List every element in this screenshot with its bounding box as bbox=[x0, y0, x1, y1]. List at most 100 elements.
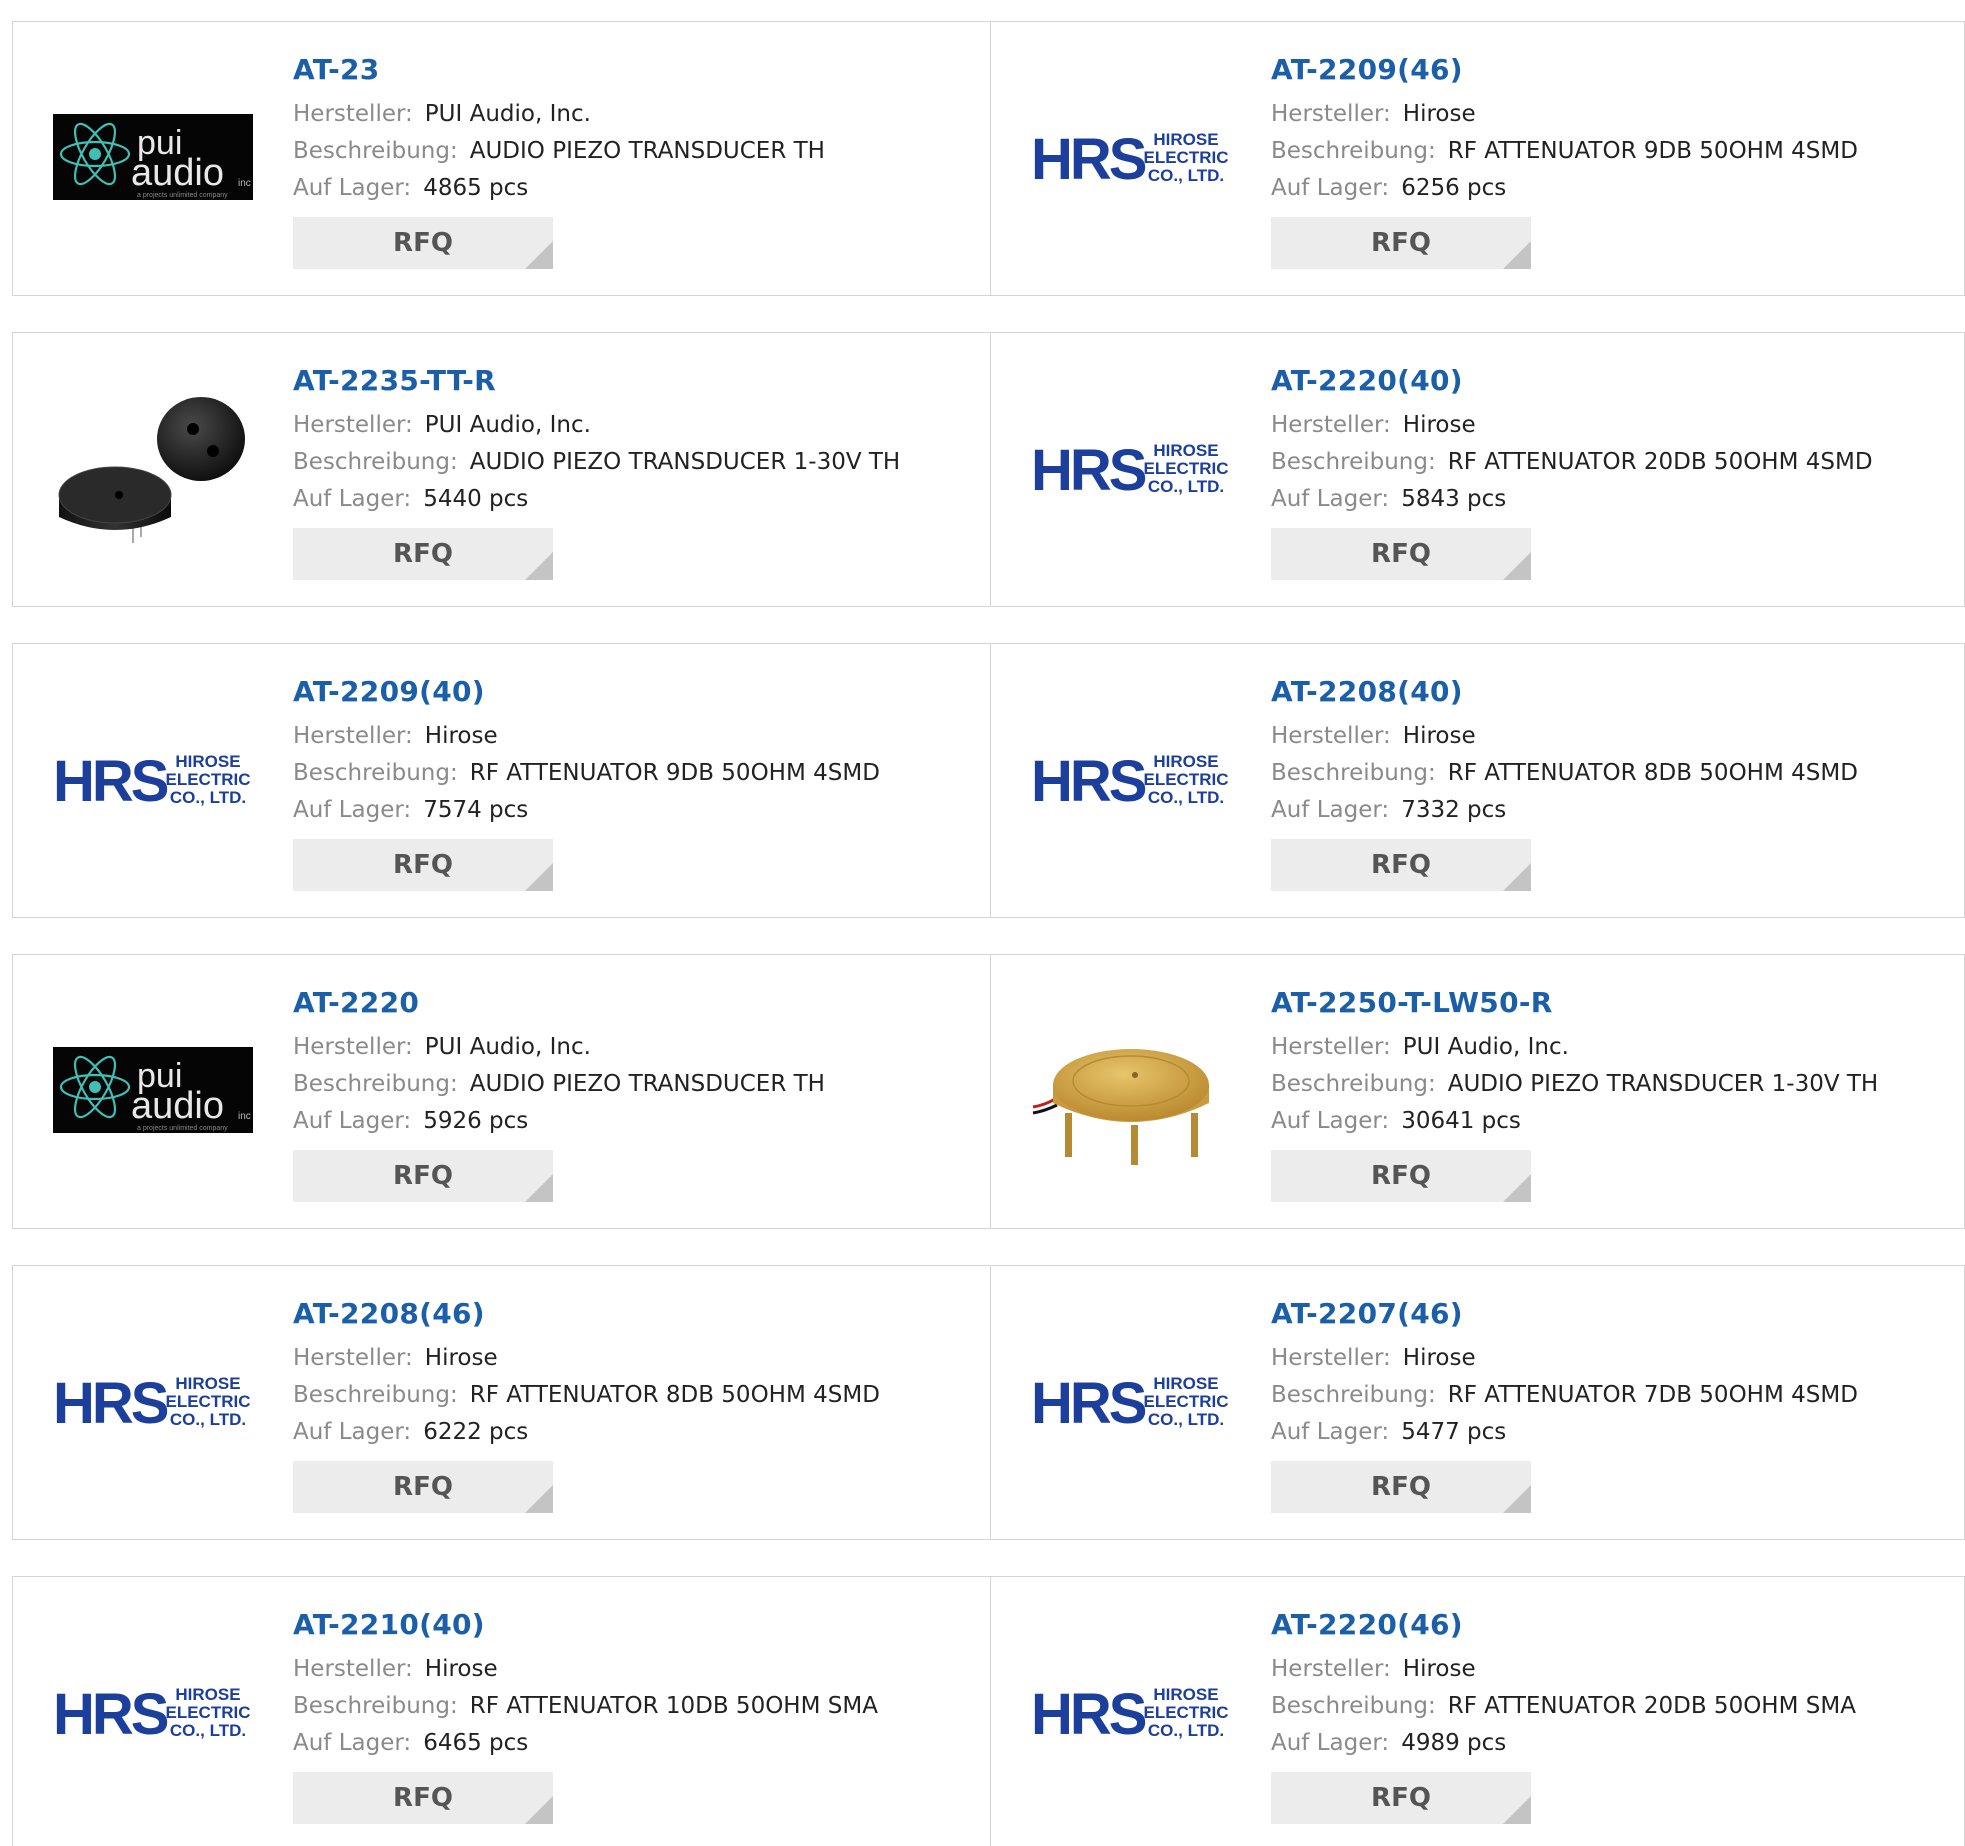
stock-row: Auf Lager: 4865 pcs bbox=[293, 170, 825, 207]
gold-transducer-photo bbox=[1032, 1049, 1209, 1165]
product-thumbnail[interactable]: HRS HIROSE ELECTRIC CO., LTD. bbox=[1031, 1324, 1231, 1478]
rfq-label: RFQ bbox=[393, 1161, 453, 1191]
product-thumbnail[interactable]: HRS HIROSE ELECTRIC CO., LTD. bbox=[1031, 80, 1231, 234]
hirose-logo: HRS HIROSE ELECTRIC CO., LTD. bbox=[1031, 1682, 1229, 1742]
stock-label: Auf Lager: bbox=[1271, 486, 1390, 512]
product-thumbnail[interactable]: HRS HIROSE ELECTRIC CO., LTD. bbox=[1031, 702, 1231, 856]
hirose-logo: HRS HIROSE ELECTRIC CO., LTD. bbox=[1031, 1371, 1229, 1431]
part-number-link[interactable]: AT-2209(46) bbox=[1271, 52, 1858, 88]
stock-label: Auf Lager: bbox=[293, 486, 412, 512]
electric-text: ELECTRIC bbox=[1144, 1392, 1229, 1411]
description-value: AUDIO PIEZO TRANSDUCER TH bbox=[469, 1071, 825, 1097]
rfq-button[interactable]: RFQ bbox=[293, 1772, 553, 1824]
co-ltd-text: CO., LTD. bbox=[170, 1721, 246, 1740]
stock-label: Auf Lager: bbox=[293, 797, 412, 823]
stock-row: Auf Lager: 6222 pcs bbox=[293, 1414, 880, 1451]
stock-label: Auf Lager: bbox=[293, 1108, 412, 1134]
description-label: Beschreibung: bbox=[293, 138, 458, 164]
hrs-mark: HRS bbox=[1031, 438, 1146, 498]
stock-label: Auf Lager: bbox=[293, 1419, 412, 1445]
co-ltd-text: CO., LTD. bbox=[1148, 788, 1224, 807]
stock-label: Auf Lager: bbox=[293, 1730, 412, 1756]
product-grid: pui audio inc a projects unlimited compa… bbox=[0, 0, 1965, 1846]
manufacturer-value: Hirose bbox=[1402, 1345, 1476, 1371]
description-row: Beschreibung: RF ATTENUATOR 8DB 50OHM 4SM… bbox=[1271, 755, 1858, 792]
stock-row: Auf Lager: 5477 pcs bbox=[1271, 1414, 1858, 1451]
part-number-link[interactable]: AT-2208(40) bbox=[1271, 674, 1858, 710]
rfq-label: RFQ bbox=[393, 1783, 453, 1813]
product-thumbnail[interactable]: HRS HIROSE ELECTRIC CO., LTD. bbox=[53, 702, 253, 856]
stock-value: 5843 pcs bbox=[1401, 486, 1507, 512]
product-card: HRS HIROSE ELECTRIC CO., LTD. AT-2209(40… bbox=[13, 644, 991, 917]
hirose-text: HIROSE bbox=[175, 1685, 240, 1704]
hrs-mark: HRS bbox=[1031, 127, 1146, 187]
rfq-label: RFQ bbox=[1371, 228, 1431, 258]
description-value: RF ATTENUATOR 7DB 50OHM 4SMD bbox=[1447, 1382, 1858, 1408]
hirose-text: HIROSE bbox=[1153, 441, 1218, 460]
part-number-link[interactable]: AT-2250-T-LW50-R bbox=[1271, 985, 1878, 1021]
stock-label: Auf Lager: bbox=[1271, 797, 1390, 823]
rfq-button[interactable]: RFQ bbox=[1271, 1150, 1531, 1202]
hirose-text: HIROSE bbox=[1153, 1374, 1218, 1393]
pui-audio-logo: pui audio inc a projects unlimited compa… bbox=[53, 114, 253, 200]
product-thumbnail[interactable]: HRS HIROSE ELECTRIC CO., LTD. bbox=[1031, 391, 1231, 545]
description-value: RF ATTENUATOR 20DB 50OHM SMA bbox=[1447, 1693, 1856, 1719]
description-label: Beschreibung: bbox=[1271, 1071, 1436, 1097]
rfq-button[interactable]: RFQ bbox=[1271, 1461, 1531, 1513]
product-row: pui audio inc a projects unlimited compa… bbox=[12, 954, 1965, 1229]
description-value: RF ATTENUATOR 10DB 50OHM SMA bbox=[469, 1693, 878, 1719]
corner-triangle-icon bbox=[1503, 241, 1531, 269]
rfq-button[interactable]: RFQ bbox=[1271, 217, 1531, 269]
description-row: Beschreibung: RF ATTENUATOR 8DB 50OHM 4SM… bbox=[293, 1377, 880, 1414]
rfq-button[interactable]: RFQ bbox=[293, 528, 553, 580]
manufacturer-row: Hersteller: Hirose bbox=[293, 1340, 880, 1377]
part-number-link[interactable]: AT-2208(46) bbox=[293, 1296, 880, 1332]
rfq-button[interactable]: RFQ bbox=[293, 839, 553, 891]
product-thumbnail[interactable]: HRS HIROSE ELECTRIC CO., LTD. bbox=[53, 1324, 253, 1478]
stock-value: 6222 pcs bbox=[423, 1419, 529, 1445]
part-number-link[interactable]: AT-2220(46) bbox=[1271, 1607, 1856, 1643]
stock-value: 7574 pcs bbox=[423, 797, 529, 823]
part-number-link[interactable]: AT-2207(46) bbox=[1271, 1296, 1858, 1332]
product-thumbnail[interactable]: HRS HIROSE ELECTRIC CO., LTD. bbox=[1031, 1635, 1231, 1789]
part-number-link[interactable]: AT-2220(40) bbox=[1271, 363, 1873, 399]
hrs-mark: HRS bbox=[53, 749, 168, 809]
rfq-button[interactable]: RFQ bbox=[1271, 1772, 1531, 1824]
product-thumbnail[interactable]: pui audio inc a projects unlimited compa… bbox=[53, 1013, 253, 1167]
manufacturer-label: Hersteller: bbox=[293, 412, 413, 438]
manufacturer-value: Hirose bbox=[424, 1345, 498, 1371]
part-number-link[interactable]: AT-2210(40) bbox=[293, 1607, 878, 1643]
product-card: pui audio inc a projects unlimited compa… bbox=[13, 22, 991, 295]
corner-triangle-icon bbox=[1503, 863, 1531, 891]
pui-logo-inc: inc bbox=[238, 1111, 251, 1122]
part-number-link[interactable]: AT-2235-TT-R bbox=[293, 363, 900, 399]
product-info: AT-2235-TT-R Hersteller: PUI Audio, Inc. … bbox=[293, 363, 900, 580]
product-card: HRS HIROSE ELECTRIC CO., LTD. AT-2208(46… bbox=[13, 1266, 991, 1539]
part-number-link[interactable]: AT-2220 bbox=[293, 985, 825, 1021]
manufacturer-label: Hersteller: bbox=[293, 723, 413, 749]
manufacturer-row: Hersteller: Hirose bbox=[1271, 96, 1858, 133]
description-row: Beschreibung: RF ATTENUATOR 9DB 50OHM 4SM… bbox=[1271, 133, 1858, 170]
product-thumbnail[interactable]: HRS HIROSE ELECTRIC CO., LTD. bbox=[53, 1635, 253, 1789]
description-label: Beschreibung: bbox=[293, 1382, 458, 1408]
product-thumbnail[interactable] bbox=[1031, 1013, 1231, 1167]
manufacturer-label: Hersteller: bbox=[1271, 1034, 1391, 1060]
product-info: AT-2209(40) Hersteller: Hirose Beschreibu… bbox=[293, 674, 880, 891]
rfq-button[interactable]: RFQ bbox=[293, 217, 553, 269]
manufacturer-label: Hersteller: bbox=[293, 1656, 413, 1682]
part-number-link[interactable]: AT-2209(40) bbox=[293, 674, 880, 710]
manufacturer-label: Hersteller: bbox=[293, 1345, 413, 1371]
rfq-label: RFQ bbox=[393, 850, 453, 880]
manufacturer-row: Hersteller: Hirose bbox=[293, 1651, 878, 1688]
rfq-button[interactable]: RFQ bbox=[293, 1150, 553, 1202]
rfq-button[interactable]: RFQ bbox=[293, 1461, 553, 1513]
product-thumbnail[interactable] bbox=[53, 391, 253, 545]
rfq-button[interactable]: RFQ bbox=[1271, 528, 1531, 580]
product-row: pui audio inc a projects unlimited compa… bbox=[12, 21, 1965, 296]
hirose-text: HIROSE bbox=[175, 752, 240, 771]
product-thumbnail[interactable]: pui audio inc a projects unlimited compa… bbox=[53, 80, 253, 234]
pui-logo-tagline: a projects unlimited company bbox=[137, 192, 228, 199]
rfq-button[interactable]: RFQ bbox=[1271, 839, 1531, 891]
part-number-link[interactable]: AT-23 bbox=[293, 52, 825, 88]
description-row: Beschreibung: RF ATTENUATOR 10DB 50OHM SM… bbox=[293, 1688, 878, 1725]
